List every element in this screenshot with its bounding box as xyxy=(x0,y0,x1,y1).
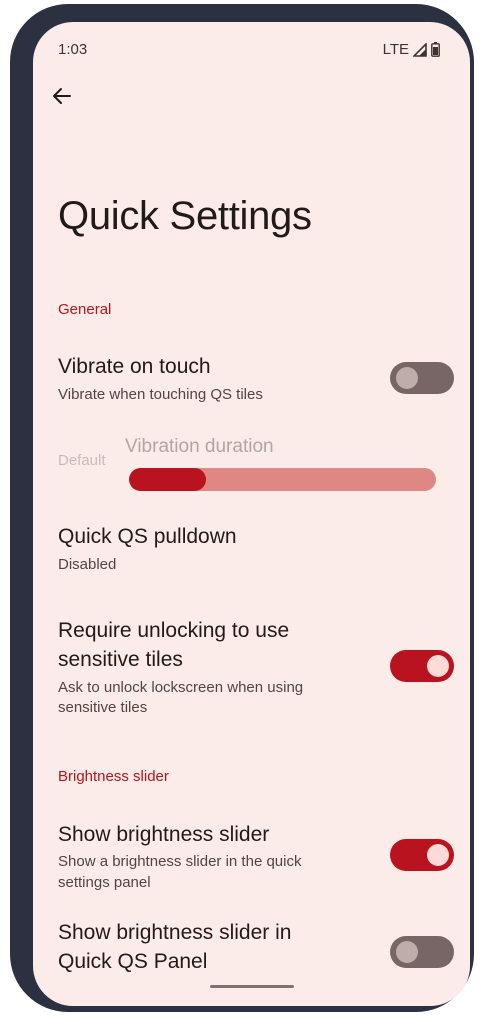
require-unlock-title-line2: sensitive tiles xyxy=(58,648,183,671)
vibration-duration-slider[interactable] xyxy=(129,468,436,491)
show-brightness-slider-summary-line1: Show a brightness slider in the quick xyxy=(58,853,302,870)
vibration-duration-title: Vibration duration xyxy=(125,436,274,457)
switch-thumb xyxy=(396,941,418,963)
brightness-in-quick-qs-title-line2: Quick QS Panel xyxy=(58,950,208,973)
brightness-in-quick-qs-switch[interactable] xyxy=(390,936,454,968)
page-title: Quick Settings xyxy=(58,194,312,238)
show-brightness-slider-summary-line2: settings panel xyxy=(58,874,151,891)
show-brightness-slider-switch[interactable] xyxy=(390,839,454,871)
vibrate-on-touch-summary: Vibrate when touching QS tiles xyxy=(58,386,263,403)
network-type: LTE xyxy=(382,41,409,58)
slider-fill xyxy=(129,468,206,491)
quick-qs-pulldown-title: Quick QS pulldown xyxy=(58,525,237,548)
slider-default-label: Default xyxy=(58,452,106,469)
brightness-in-quick-qs-title-line1: Show brightness slider in xyxy=(58,921,292,944)
status-time: 1:03 xyxy=(58,41,88,58)
battery-icon xyxy=(431,42,440,57)
require-unlock-title-line1: Require unlocking to use xyxy=(58,619,290,642)
vibrate-on-touch-title: Vibrate on touch xyxy=(58,355,211,378)
device-frame: 1:03 LTE Quick Settings General Vibrate … xyxy=(10,4,474,1012)
vibrate-on-touch-switch[interactable] xyxy=(390,362,454,394)
signal-icon xyxy=(413,42,427,57)
require-unlock-summary-line1: Ask to unlock lockscreen when using xyxy=(58,679,304,696)
require-unlock-summary-line2: sensitive tiles xyxy=(58,699,148,716)
arrow-back-icon[interactable] xyxy=(50,84,74,108)
section-header-brightness: Brightness slider xyxy=(58,768,169,785)
status-bar: 1:03 LTE xyxy=(33,22,470,74)
require-unlock-switch[interactable] xyxy=(390,650,454,682)
show-brightness-slider-title: Show brightness slider xyxy=(58,823,270,846)
screen: 1:03 LTE Quick Settings General Vibrate … xyxy=(33,22,470,1006)
switch-thumb xyxy=(396,367,418,389)
switch-thumb xyxy=(427,844,449,866)
status-icons: LTE xyxy=(383,41,440,58)
section-header-general: General xyxy=(58,301,112,318)
home-indicator[interactable] xyxy=(210,985,294,988)
switch-thumb xyxy=(427,655,449,677)
quick-qs-pulldown-summary: Disabled xyxy=(58,556,117,573)
